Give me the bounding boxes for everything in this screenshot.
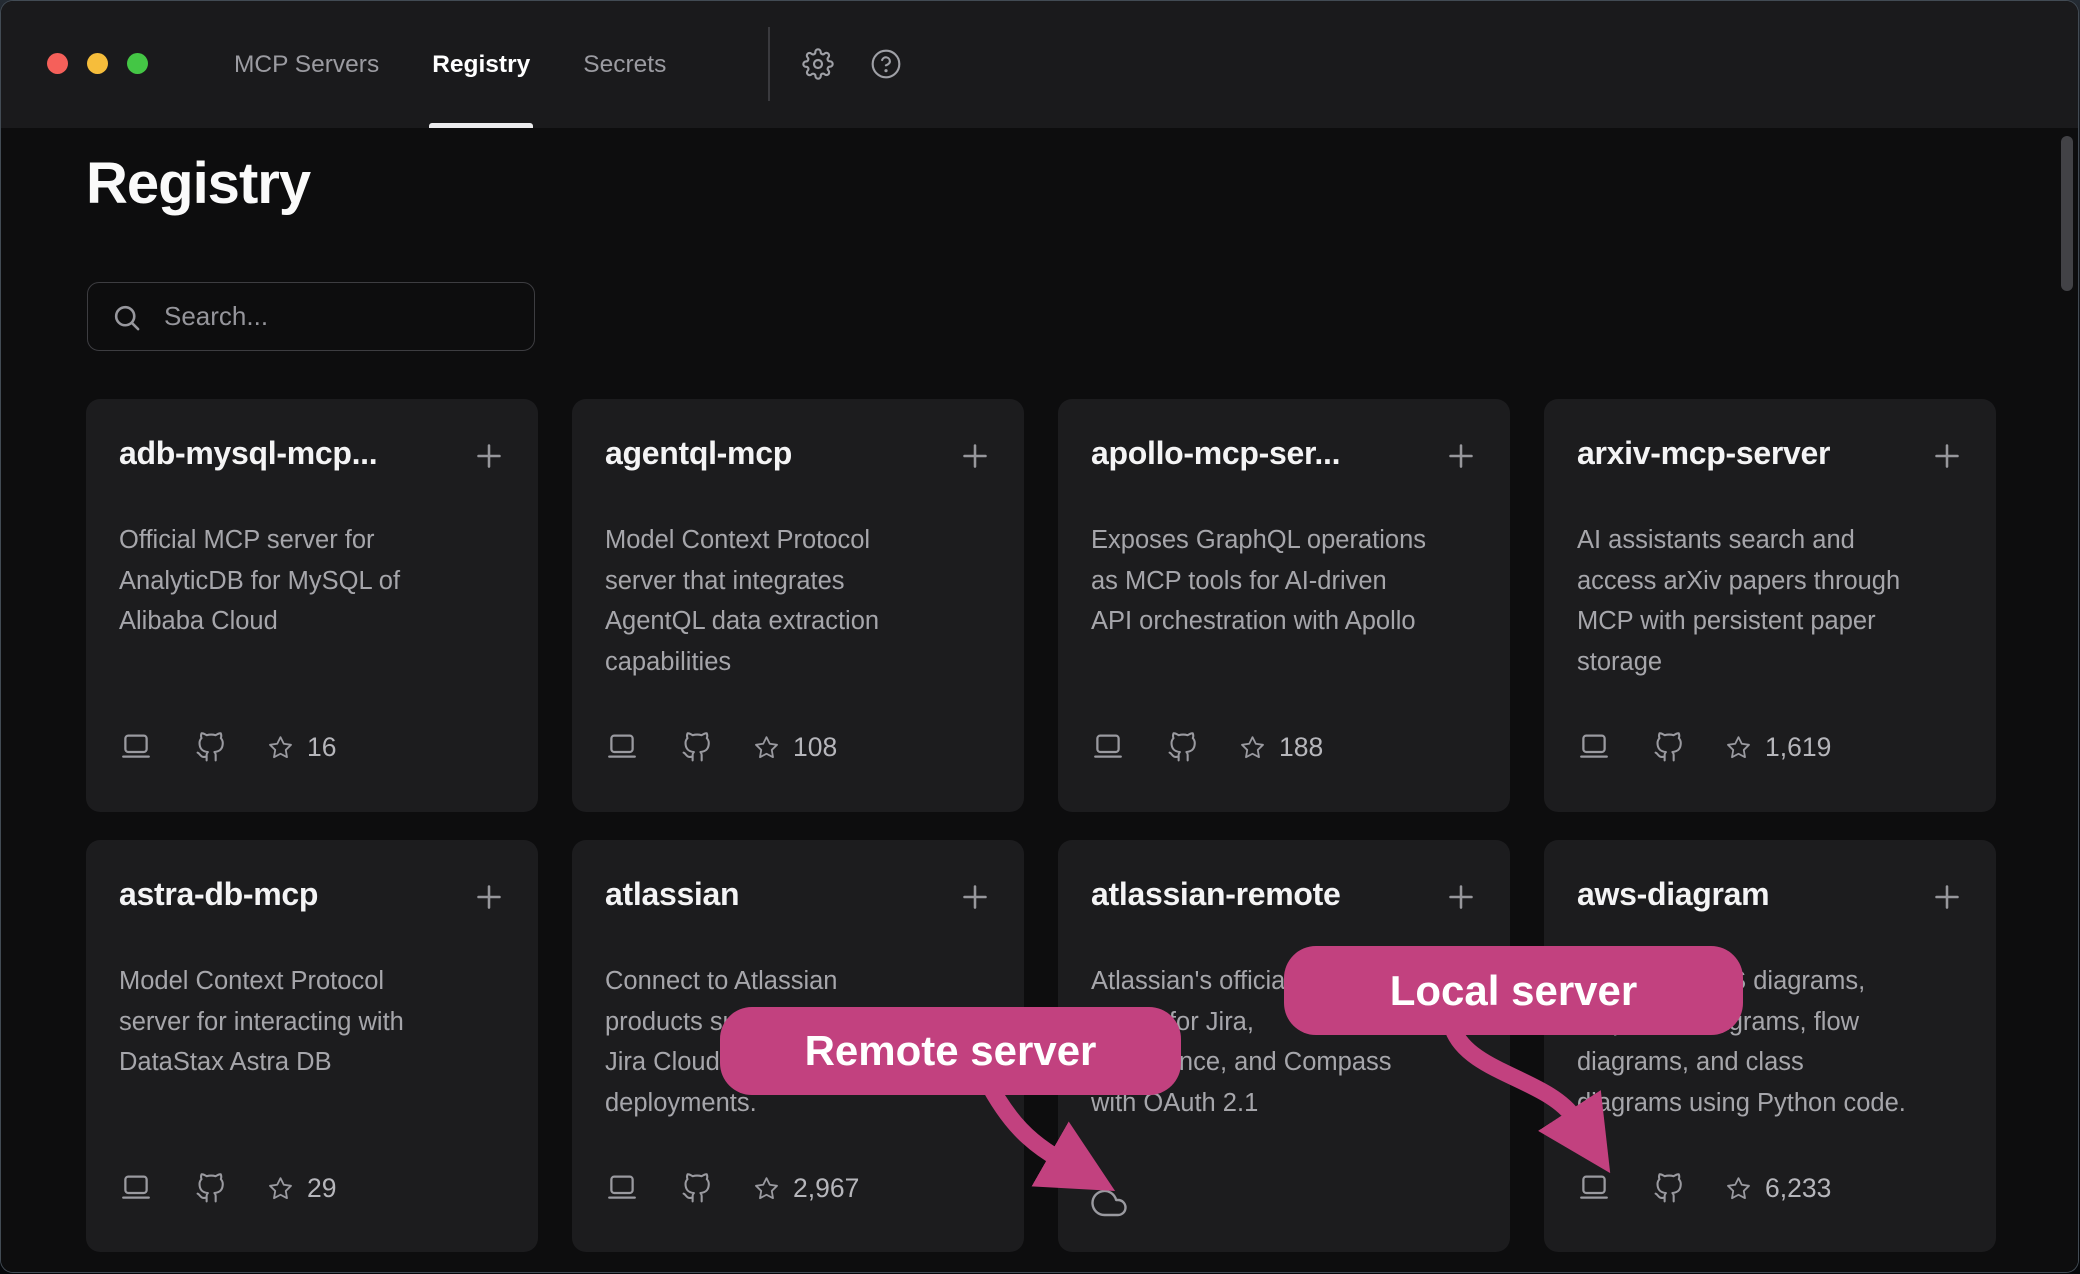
remote-server-callout: Remote server <box>720 1007 1181 1095</box>
laptop-icon <box>605 730 639 764</box>
card-footer <box>1091 1184 1127 1222</box>
card-footer: 1,619 <box>1577 728 1831 766</box>
zoom-window-button[interactable] <box>127 53 148 74</box>
github-icon <box>1167 732 1198 763</box>
star-count: 188 <box>1279 732 1323 763</box>
registry-page: Registry adb-mysql-mcp... Official MCP s… <box>1 128 2078 1272</box>
star-count: 2,967 <box>793 1173 859 1204</box>
server-card-astra-db-mcp[interactable]: astra-db-mcp Model Context Protocol serv… <box>86 840 538 1252</box>
tab-mcp-servers[interactable]: MCP Servers <box>231 1 382 128</box>
toolbar: MCP Servers Registry Secrets <box>1 1 2078 128</box>
server-name: arxiv-mcp-server <box>1577 435 1830 472</box>
add-server-button[interactable] <box>957 438 993 474</box>
minimize-window-button[interactable] <box>87 53 108 74</box>
server-name: agentql-mcp <box>605 435 792 472</box>
vertical-scrollbar[interactable] <box>2061 136 2073 291</box>
card-footer: 2,967 <box>605 1169 859 1207</box>
github-icon <box>1653 1173 1684 1204</box>
server-card-agentql-mcp[interactable]: agentql-mcp Model Context Protocol serve… <box>572 399 1024 812</box>
laptop-icon <box>1577 730 1611 764</box>
server-card-aws-diagram[interactable]: aws-diagram Generate AWS diagrams, seque… <box>1544 840 1996 1252</box>
add-server-button[interactable] <box>1443 438 1479 474</box>
server-card-grid: adb-mysql-mcp... Official MCP server for… <box>86 399 1996 1252</box>
cloud-icon <box>1091 1185 1127 1221</box>
laptop-icon <box>605 1171 639 1205</box>
search-box <box>87 282 535 351</box>
add-server-button[interactable] <box>957 879 993 915</box>
star-icon <box>753 1175 780 1202</box>
github-icon <box>681 732 712 763</box>
server-description: Model Context Protocol server that integ… <box>605 520 1000 682</box>
add-server-button[interactable] <box>1929 438 1965 474</box>
card-footer: 108 <box>605 728 837 766</box>
star-count: 29 <box>307 1173 336 1204</box>
star-icon <box>267 1175 294 1202</box>
server-card-apollo-mcp-server[interactable]: apollo-mcp-ser... Exposes GraphQL operat… <box>1058 399 1510 812</box>
settings-gear-icon[interactable] <box>802 48 834 80</box>
star-count: 108 <box>793 732 837 763</box>
tab-registry[interactable]: Registry <box>429 1 533 128</box>
laptop-icon <box>119 1171 153 1205</box>
star-icon <box>1725 734 1752 761</box>
star-count: 1,619 <box>1765 732 1831 763</box>
server-description: Official MCP server for AnalyticDB for M… <box>119 520 514 642</box>
server-name: atlassian-remote <box>1091 876 1341 913</box>
star-icon <box>753 734 780 761</box>
server-name: aws-diagram <box>1577 876 1769 913</box>
card-footer: 16 <box>119 728 336 766</box>
add-server-button[interactable] <box>471 879 507 915</box>
local-server-label: Local server <box>1390 967 1638 1015</box>
tab-secrets[interactable]: Secrets <box>580 1 669 128</box>
help-circle-icon[interactable] <box>870 48 902 80</box>
star-icon <box>267 734 294 761</box>
remote-server-label: Remote server <box>805 1027 1097 1075</box>
local-server-callout: Local server <box>1284 946 1743 1035</box>
card-footer: 188 <box>1091 728 1323 766</box>
laptop-icon <box>119 730 153 764</box>
star-icon <box>1239 734 1266 761</box>
traffic-lights <box>47 53 148 74</box>
star-count: 6,233 <box>1765 1173 1831 1204</box>
github-icon <box>195 1173 226 1204</box>
server-name: adb-mysql-mcp... <box>119 435 377 472</box>
card-footer: 6,233 <box>1577 1169 1831 1207</box>
add-server-button[interactable] <box>471 438 507 474</box>
server-name: astra-db-mcp <box>119 876 318 913</box>
search-input[interactable] <box>88 283 534 350</box>
star-icon <box>1725 1175 1752 1202</box>
server-description: Model Context Protocol server for intera… <box>119 961 514 1083</box>
server-card-adb-mysql-mcp[interactable]: adb-mysql-mcp... Official MCP server for… <box>86 399 538 812</box>
close-window-button[interactable] <box>47 53 68 74</box>
toolbar-divider <box>768 27 770 101</box>
add-server-button[interactable] <box>1443 879 1479 915</box>
server-description: Exposes GraphQL operations as MCP tools … <box>1091 520 1486 642</box>
app-window: MCP Servers Registry Secrets Registry <box>0 0 2079 1273</box>
laptop-icon <box>1091 730 1125 764</box>
card-footer: 29 <box>119 1169 336 1207</box>
server-description: AI assistants search and access arXiv pa… <box>1577 520 1972 682</box>
server-card-arxiv-mcp-server[interactable]: arxiv-mcp-server AI assistants search an… <box>1544 399 1996 812</box>
page-title: Registry <box>86 150 310 217</box>
server-name: atlassian <box>605 876 739 913</box>
server-name: apollo-mcp-ser... <box>1091 435 1340 472</box>
add-server-button[interactable] <box>1929 879 1965 915</box>
github-icon <box>1653 732 1684 763</box>
laptop-icon <box>1577 1171 1611 1205</box>
star-count: 16 <box>307 732 336 763</box>
github-icon <box>681 1173 712 1204</box>
nav-tabs: MCP Servers Registry Secrets <box>231 1 669 128</box>
github-icon <box>195 732 226 763</box>
